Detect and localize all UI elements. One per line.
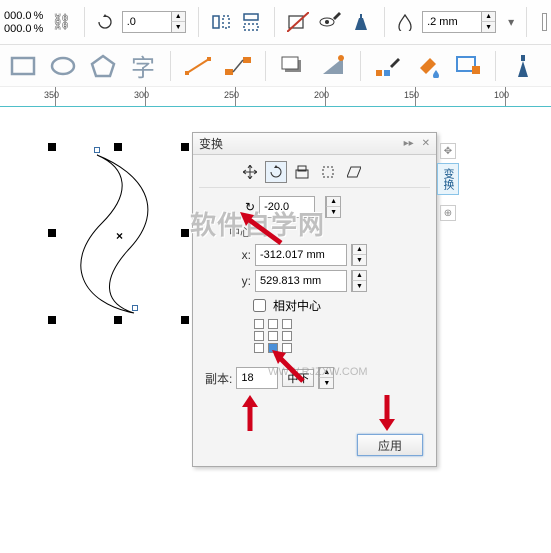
side-expand-icon[interactable]: ⊕ bbox=[440, 205, 456, 221]
copies-input[interactable] bbox=[236, 367, 278, 389]
path-node[interactable] bbox=[132, 305, 138, 311]
relative-center-label: 相对中心 bbox=[273, 297, 321, 314]
mirror-h-icon[interactable] bbox=[210, 7, 232, 37]
spin-down[interactable]: ▼ bbox=[352, 281, 366, 291]
dimension-tool-icon[interactable] bbox=[181, 50, 215, 82]
rotation-field[interactable] bbox=[123, 16, 171, 28]
stroke-width-field[interactable] bbox=[423, 16, 481, 28]
skew-mode-icon[interactable] bbox=[343, 161, 365, 183]
fill-tool-icon[interactable] bbox=[411, 50, 445, 82]
scale-percent-block: 000.0 % 000.0 % bbox=[4, 10, 43, 35]
angle-input[interactable] bbox=[259, 196, 315, 218]
eye-brush-icon[interactable] bbox=[318, 7, 342, 37]
pen-icon[interactable] bbox=[350, 7, 372, 37]
y-label: y: bbox=[231, 274, 251, 288]
arrow-start-dropdown[interactable] bbox=[542, 13, 547, 31]
anchor-tr[interactable] bbox=[282, 319, 292, 329]
snap-off-icon[interactable] bbox=[286, 7, 310, 37]
copies-label: 副本: bbox=[205, 370, 232, 387]
dropdown-icon[interactable]: ▾ bbox=[508, 15, 514, 29]
scale-mode-icon[interactable] bbox=[291, 161, 313, 183]
spin-up[interactable]: ▲ bbox=[352, 271, 366, 281]
spin-up[interactable]: ▲ bbox=[319, 368, 333, 378]
shape-toolbar: 字 bbox=[0, 45, 551, 87]
stroke-width-input[interactable]: ▲▼ bbox=[422, 11, 496, 33]
rotate-icon bbox=[96, 7, 114, 37]
position-mode-icon[interactable] bbox=[239, 161, 261, 183]
spin-up[interactable]: ▲ bbox=[481, 12, 495, 22]
horizontal-ruler: 350 300 250 200 150 100 bbox=[0, 87, 551, 107]
mirror-v-icon[interactable] bbox=[240, 7, 262, 37]
fill-drop-icon[interactable] bbox=[396, 7, 414, 37]
path-node[interactable] bbox=[94, 147, 100, 153]
ellipse-tool-icon[interactable] bbox=[46, 50, 80, 82]
spin-up[interactable]: ▲ bbox=[326, 197, 340, 207]
apply-button[interactable]: 应用 bbox=[357, 434, 423, 456]
docker-titlebar[interactable]: 变换 ▸▸ ✕ bbox=[193, 133, 436, 155]
relative-center-checkbox[interactable] bbox=[253, 299, 266, 312]
transparency-tool-icon[interactable] bbox=[316, 50, 350, 82]
resize-handle-nw[interactable] bbox=[48, 143, 56, 151]
calligraphy-pen-icon[interactable] bbox=[506, 50, 540, 82]
docker-side-tabs: ✥ 变换 ⊕ bbox=[438, 139, 458, 225]
x-label: x: bbox=[231, 248, 251, 262]
side-tab-transform[interactable]: 变换 bbox=[437, 163, 459, 195]
spin-down[interactable]: ▼ bbox=[481, 22, 495, 32]
spin-down[interactable]: ▼ bbox=[171, 22, 185, 32]
size-mode-icon[interactable] bbox=[317, 161, 339, 183]
rotate-mode-icon[interactable] bbox=[265, 161, 287, 183]
text-tool-icon[interactable]: 字 bbox=[126, 50, 160, 82]
connector-tool-icon[interactable] bbox=[221, 50, 255, 82]
spin-up[interactable]: ▲ bbox=[352, 245, 366, 255]
center-x-field[interactable] bbox=[256, 249, 332, 261]
lock-icon[interactable]: ⛓ bbox=[51, 12, 71, 32]
resize-handle-ne[interactable] bbox=[181, 143, 189, 151]
resize-handle-w[interactable] bbox=[48, 229, 56, 237]
close-icon[interactable]: ✕ bbox=[422, 138, 430, 149]
scale-y-value: 000.0 bbox=[4, 23, 32, 35]
mid-bottom-button[interactable]: 中下 bbox=[282, 369, 314, 387]
polygon-tool-icon[interactable] bbox=[86, 50, 120, 82]
resize-handle-se[interactable] bbox=[181, 316, 189, 324]
docker-title: 变换 bbox=[199, 135, 223, 152]
resize-handle-e[interactable] bbox=[181, 229, 189, 237]
anchor-grid bbox=[254, 319, 430, 353]
center-y-input[interactable] bbox=[255, 270, 347, 292]
rectangle-tool-icon[interactable] bbox=[6, 50, 40, 82]
anchor-bc[interactable] bbox=[268, 343, 278, 353]
side-move-icon[interactable]: ✥ bbox=[440, 143, 456, 159]
drop-shadow-icon[interactable] bbox=[276, 50, 310, 82]
anchor-mr[interactable] bbox=[282, 331, 292, 341]
selection-box[interactable]: × bbox=[52, 147, 185, 320]
property-toolbar: 000.0 % 000.0 % ⛓ ▲▼ ▲▼ ▾ bbox=[0, 0, 551, 45]
spin-down[interactable]: ▼ bbox=[352, 255, 366, 265]
spin-down[interactable]: ▼ bbox=[326, 207, 340, 217]
anchor-tc[interactable] bbox=[268, 319, 278, 329]
spin-up[interactable]: ▲ bbox=[171, 12, 185, 22]
center-section-label: 中心 bbox=[229, 224, 430, 240]
selected-shape[interactable] bbox=[72, 153, 172, 318]
center-x-input[interactable] bbox=[255, 244, 347, 266]
resize-handle-n[interactable] bbox=[114, 143, 122, 151]
spin-down[interactable]: ▼ bbox=[319, 378, 333, 388]
anchor-bl[interactable] bbox=[254, 343, 264, 353]
collapse-icon[interactable]: ▸▸ bbox=[404, 138, 414, 149]
anchor-mc[interactable] bbox=[268, 331, 278, 341]
angle-field[interactable] bbox=[260, 201, 314, 213]
scale-x-value: 000.0 bbox=[4, 10, 32, 22]
eyedropper-icon[interactable] bbox=[371, 50, 405, 82]
copies-field[interactable] bbox=[237, 372, 267, 384]
canvas[interactable]: × 变换 ▸▸ ✕ ↻ bbox=[0, 107, 551, 553]
anchor-ml[interactable] bbox=[254, 331, 264, 341]
transform-mode-row bbox=[199, 161, 430, 188]
transform-docker: 变换 ▸▸ ✕ ↻ ▲▼ 中心 x: bbox=[192, 132, 437, 467]
outline-tool-icon[interactable] bbox=[451, 50, 485, 82]
rotation-input[interactable]: ▲▼ bbox=[122, 11, 186, 33]
anchor-tl[interactable] bbox=[254, 319, 264, 329]
anchor-br[interactable] bbox=[282, 343, 292, 353]
center-y-field[interactable] bbox=[256, 275, 332, 287]
resize-handle-sw[interactable] bbox=[48, 316, 56, 324]
